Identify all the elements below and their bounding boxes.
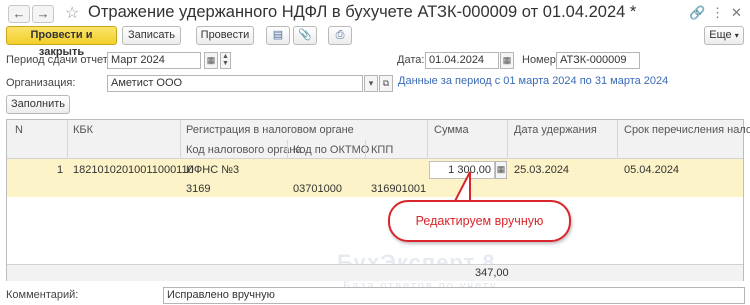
period-data-link[interactable]: Данные за период с 01 марта 2024 по 31 м… bbox=[398, 75, 668, 87]
link-icon[interactable]: 🔗 bbox=[689, 5, 705, 21]
document-journal-icon[interactable]: ▤ bbox=[266, 26, 290, 45]
comment-label: Комментарий: bbox=[6, 289, 79, 301]
header-registration[interactable]: Регистрация в налоговом органе bbox=[186, 124, 354, 136]
organization-field[interactable]: Аметист ООО bbox=[107, 75, 363, 92]
total-sum: 347,00 bbox=[475, 267, 509, 279]
period-field[interactable]: Март 2024 bbox=[107, 52, 201, 69]
header-tax-code[interactable]: Код налогового органа bbox=[186, 144, 302, 156]
tax-table: N КБК Регистрация в налоговом органе Код… bbox=[6, 119, 750, 292]
divider bbox=[427, 120, 428, 159]
period-label: Период сдачи отчетов: bbox=[6, 54, 123, 66]
header-transfer-deadline[interactable]: Срок перечисления налога bbox=[624, 124, 750, 136]
more-vertical-icon[interactable]: ⋮ bbox=[711, 5, 724, 21]
divider bbox=[365, 140, 366, 159]
header-n[interactable]: N bbox=[15, 124, 23, 136]
post-and-close-button[interactable]: Провести и закрыть bbox=[6, 26, 117, 58]
organization-label: Организация: bbox=[6, 77, 76, 89]
period-stepper[interactable]: ▲ ▼ bbox=[220, 52, 231, 69]
cell-tax-code: 3169 bbox=[186, 183, 211, 195]
table-header: N КБК Регистрация в налоговом органе Код… bbox=[7, 120, 750, 159]
divider bbox=[287, 140, 288, 159]
post-button[interactable]: Провести bbox=[196, 26, 254, 45]
header-withhold-date[interactable]: Дата удержания bbox=[514, 124, 597, 136]
page-title: Отражение удержанного НДФЛ в бухучете АТ… bbox=[88, 3, 637, 21]
comment-field[interactable]: Исправлено вручную bbox=[163, 287, 745, 304]
divider bbox=[507, 120, 508, 159]
cell-kbk: 18210102010011000110 bbox=[73, 164, 194, 176]
date-field[interactable]: 01.04.2024 bbox=[425, 52, 499, 69]
number-field[interactable]: АТЗК-000009 bbox=[556, 52, 640, 69]
callout-note: Редактируем вручную bbox=[388, 200, 571, 242]
favorite-star-icon[interactable]: ☆ bbox=[65, 3, 79, 23]
forward-button[interactable]: → bbox=[32, 5, 54, 23]
print-icon[interactable]: ⎙ bbox=[328, 26, 352, 45]
calculator-icon[interactable]: ▦ bbox=[495, 161, 507, 179]
cell-oktmo: 03701000 bbox=[293, 183, 342, 195]
date-label: Дата: bbox=[397, 54, 425, 66]
cell-sum: 1 300,00 bbox=[448, 164, 491, 176]
more-button-label: Еще bbox=[709, 29, 732, 41]
cell-n: 1 bbox=[57, 164, 64, 176]
back-button[interactable]: ← bbox=[8, 5, 30, 23]
calendar-icon[interactable]: ▦ bbox=[204, 52, 218, 69]
header-oktmo[interactable]: Код по ОКТМО bbox=[293, 144, 369, 156]
open-icon[interactable]: ⧉ bbox=[379, 75, 393, 92]
header-kbk[interactable]: КБК bbox=[73, 124, 93, 136]
attachment-icon[interactable]: 📎 bbox=[293, 26, 317, 45]
table-footer: 347,00 bbox=[7, 264, 743, 281]
header-sum[interactable]: Сумма bbox=[434, 124, 469, 136]
number-label: Номер: bbox=[522, 54, 559, 66]
close-icon[interactable]: ✕ bbox=[731, 5, 742, 21]
chevron-down-icon[interactable]: ▾ bbox=[364, 75, 378, 92]
cell-tax-office: ИФНС №3 bbox=[186, 164, 240, 176]
save-button[interactable]: Записать bbox=[122, 26, 181, 45]
divider bbox=[180, 120, 181, 159]
header-kpp[interactable]: КПП bbox=[371, 144, 393, 156]
chevron-down-icon: ▾ bbox=[734, 31, 739, 40]
cell-transfer-deadline: 05.04.2024 bbox=[624, 164, 680, 176]
table-row[interactable]: 1 18210102010011000110 ИФНС №3 3169 0370… bbox=[7, 159, 743, 197]
cell-withhold-date: 25.03.2024 bbox=[514, 164, 570, 176]
cell-kpp: 316901001 bbox=[371, 183, 427, 195]
calendar-icon[interactable]: ▦ bbox=[500, 52, 514, 69]
more-button[interactable]: Еще ▾ bbox=[704, 26, 744, 45]
sum-input[interactable]: 1 300,00 bbox=[429, 161, 495, 179]
divider bbox=[67, 120, 68, 159]
divider bbox=[617, 120, 618, 159]
fill-button[interactable]: Заполнить bbox=[6, 95, 70, 114]
